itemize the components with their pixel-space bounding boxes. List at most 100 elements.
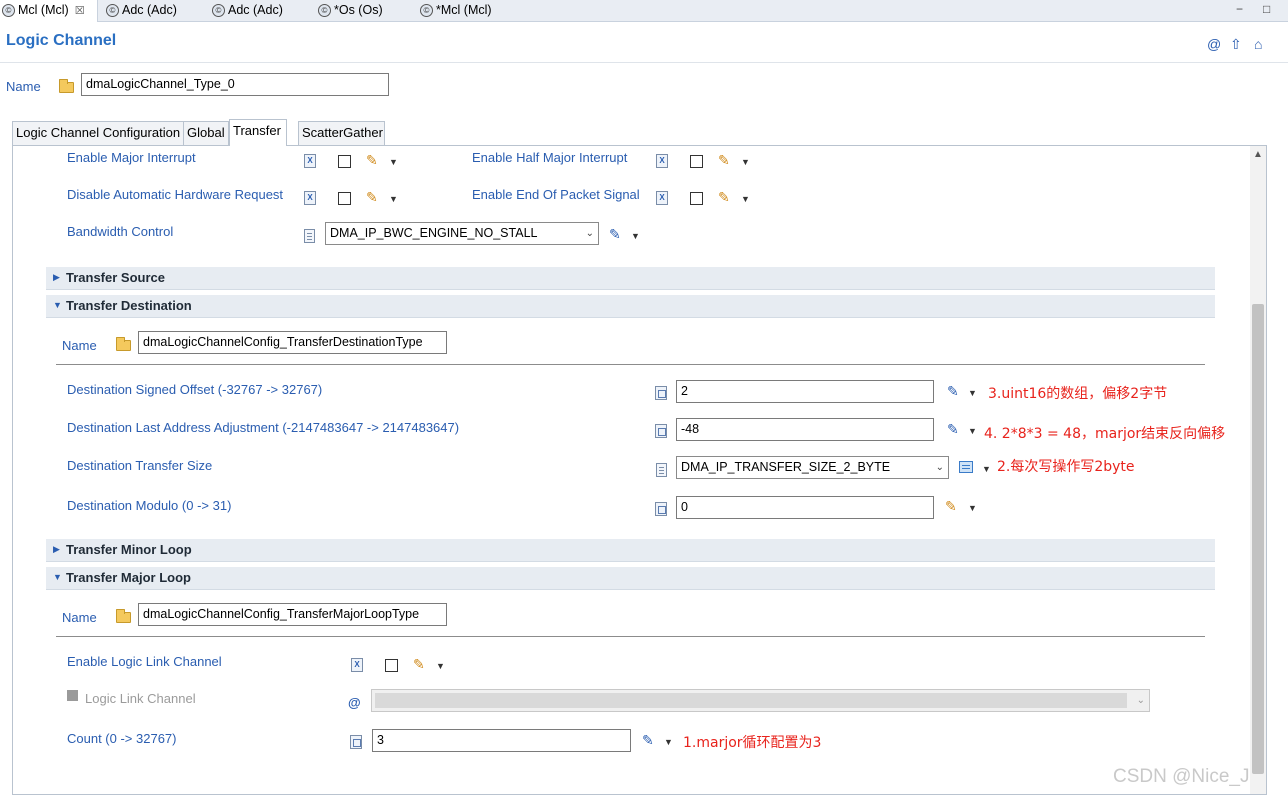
chevron-down-icon: ⌄ (1136, 695, 1145, 706)
dropdown-arrow-icon[interactable]: ▼ (741, 194, 750, 204)
boolean-param-icon: X (656, 191, 668, 205)
editor-tab-adc-2[interactable]: © Adc (Adc) (210, 0, 283, 22)
tab-scattergather[interactable]: ScatterGather (298, 121, 385, 145)
integer-param-icon (655, 386, 667, 400)
folder-icon (59, 79, 74, 93)
minimize-button[interactable]: − (1236, 2, 1243, 16)
collapse-triangle-icon: ▼ (53, 572, 62, 582)
major-loop-name-input[interactable]: dmaLogicChannelConfig_TransferMajorLoopT… (138, 603, 447, 626)
dest-last-addr-adj-input[interactable]: -48 (676, 418, 934, 441)
integer-param-icon (655, 502, 667, 516)
editor-tab-label: *Os (Os) (334, 3, 383, 17)
boolean-param-icon: X (656, 154, 668, 168)
editor-tab-label: *Mcl (Mcl) (436, 3, 492, 17)
dropdown-arrow-icon[interactable]: ▼ (389, 194, 398, 204)
folder-icon (116, 337, 131, 351)
table-icon[interactable] (959, 461, 973, 473)
watermark: CSDN @Nice_J (1113, 766, 1250, 787)
section-transfer-major-loop[interactable]: ▼ Transfer Major Loop (46, 567, 1215, 590)
section-transfer-minor-loop[interactable]: ▶ Transfer Minor Loop (46, 539, 1215, 562)
separator (56, 636, 1205, 637)
separator (56, 364, 1205, 365)
tab-transfer[interactable]: Transfer (229, 119, 287, 146)
boolean-param-icon: X (304, 154, 316, 168)
folder-icon (116, 609, 131, 623)
edit-icon[interactable]: ✎ (947, 383, 959, 400)
enable-major-interrupt-checkbox[interactable] (338, 155, 351, 168)
scroll-up-icon[interactable]: ▲ (1253, 149, 1263, 160)
editor-tab-mcl-modified[interactable]: © *Mcl (Mcl) (418, 0, 492, 22)
editor-tab-label: Mcl (Mcl) (18, 3, 69, 17)
logic-link-channel-select: ⌄ (371, 689, 1150, 712)
tab-logic-channel-configuration[interactable]: Logic Channel Configuration (12, 121, 184, 145)
dest-modulo-label: Destination Modulo (0 -> 31) (67, 498, 232, 513)
bandwidth-control-label: Bandwidth Control (67, 224, 174, 239)
dest-modulo-input[interactable]: 0 (676, 496, 934, 519)
pencil-icon[interactable]: ✎ (413, 656, 425, 673)
editor-tab-label: Adc (Adc) (228, 3, 283, 17)
pencil-icon[interactable]: ✎ (718, 152, 730, 169)
editor-tab-adc-1[interactable]: © Adc (Adc) (104, 0, 177, 22)
dropdown-arrow-icon[interactable]: ▼ (968, 503, 977, 513)
count-input[interactable]: 3 (372, 729, 631, 752)
dropdown-arrow-icon[interactable]: ▼ (982, 464, 991, 474)
at-icon[interactable]: @ (1207, 36, 1221, 52)
major-loop-name-label: Name (62, 610, 97, 625)
section-transfer-source[interactable]: ▶ Transfer Source (46, 267, 1215, 290)
expand-triangle-icon: ▶ (53, 272, 60, 282)
dropdown-arrow-icon[interactable]: ▼ (436, 661, 445, 671)
integer-param-icon (655, 424, 667, 438)
reference-param-icon: @ (348, 695, 361, 710)
integer-param-icon (350, 735, 362, 749)
editor-tab-mcl[interactable]: © Mcl (Mcl) ☒ (0, 0, 98, 22)
edit-icon[interactable]: ✎ (947, 421, 959, 438)
tab-global[interactable]: Global (183, 121, 229, 145)
dest-transfer-size-value: DMA_IP_TRANSFER_SIZE_2_BYTE (681, 460, 891, 474)
dest-transfer-size-select[interactable]: DMA_IP_TRANSFER_SIZE_2_BYTE ⌄ (676, 456, 949, 479)
editor-tab-bar: © Mcl (Mcl) ☒ © Adc (Adc) © Adc (Adc) © *… (0, 0, 1288, 22)
scrollbar-thumb[interactable] (1252, 304, 1264, 774)
enable-logic-link-checkbox[interactable] (385, 659, 398, 672)
editor-tab-os[interactable]: © *Os (Os) (316, 0, 383, 22)
enable-end-of-packet-checkbox[interactable] (690, 192, 703, 205)
name-input[interactable]: dmaLogicChannel_Type_0 (81, 73, 389, 96)
maximize-button[interactable]: □ (1263, 2, 1270, 16)
dropdown-arrow-icon[interactable]: ▼ (389, 157, 398, 167)
dropdown-arrow-icon[interactable]: ▼ (968, 388, 977, 398)
section-title: Transfer Major Loop (66, 570, 191, 585)
pencil-icon[interactable]: ✎ (718, 189, 730, 206)
enable-major-interrupt-label: Enable Major Interrupt (67, 150, 196, 165)
annotation-offset: 3.uint16的数组，偏移2字节 (988, 386, 1168, 402)
module-icon: © (212, 4, 225, 17)
destination-name-input[interactable]: dmaLogicChannelConfig_TransferDestinatio… (138, 331, 447, 354)
dropdown-arrow-icon[interactable]: ▼ (631, 231, 640, 241)
pencil-icon[interactable]: ✎ (366, 189, 378, 206)
chevron-down-icon: ⌄ (935, 462, 944, 473)
annotation-last-addr: 4. 2*8*3 = 48，marjor结束反向偏移 (984, 426, 1226, 442)
up-arrow-icon[interactable]: ⇧ (1230, 36, 1242, 53)
chevron-down-icon: ⌄ (585, 228, 594, 239)
vertical-scrollbar[interactable]: ▲ (1250, 146, 1266, 794)
pencil-icon[interactable]: ✎ (945, 498, 957, 515)
header-divider (0, 62, 1288, 63)
close-tab-icon[interactable]: ☒ (75, 5, 85, 17)
section-title: Transfer Destination (66, 298, 192, 313)
dropdown-arrow-icon[interactable]: ▼ (664, 737, 673, 747)
enum-param-icon (304, 229, 315, 243)
dest-signed-offset-input[interactable]: 2 (676, 380, 934, 403)
logic-link-channel-label: Logic Link Channel (85, 691, 196, 706)
home-icon[interactable]: ⌂ (1254, 36, 1262, 52)
dropdown-arrow-icon[interactable]: ▼ (968, 426, 977, 436)
dropdown-arrow-icon[interactable]: ▼ (741, 157, 750, 167)
section-transfer-destination[interactable]: ▼ Transfer Destination (46, 295, 1215, 318)
disable-auto-hw-request-checkbox[interactable] (338, 192, 351, 205)
edit-icon[interactable]: ✎ (642, 732, 654, 749)
dest-last-addr-adj-label: Destination Last Address Adjustment (-21… (67, 420, 460, 435)
bandwidth-control-select[interactable]: DMA_IP_BWC_ENGINE_NO_STALL ⌄ (325, 222, 599, 245)
pencil-icon[interactable]: ✎ (366, 152, 378, 169)
enable-half-major-interrupt-checkbox[interactable] (690, 155, 703, 168)
enable-end-of-packet-label: Enable End Of Packet Signal (472, 187, 640, 202)
module-icon: © (2, 4, 15, 17)
edit-icon[interactable]: ✎ (609, 226, 621, 243)
boolean-param-icon: X (351, 658, 363, 672)
